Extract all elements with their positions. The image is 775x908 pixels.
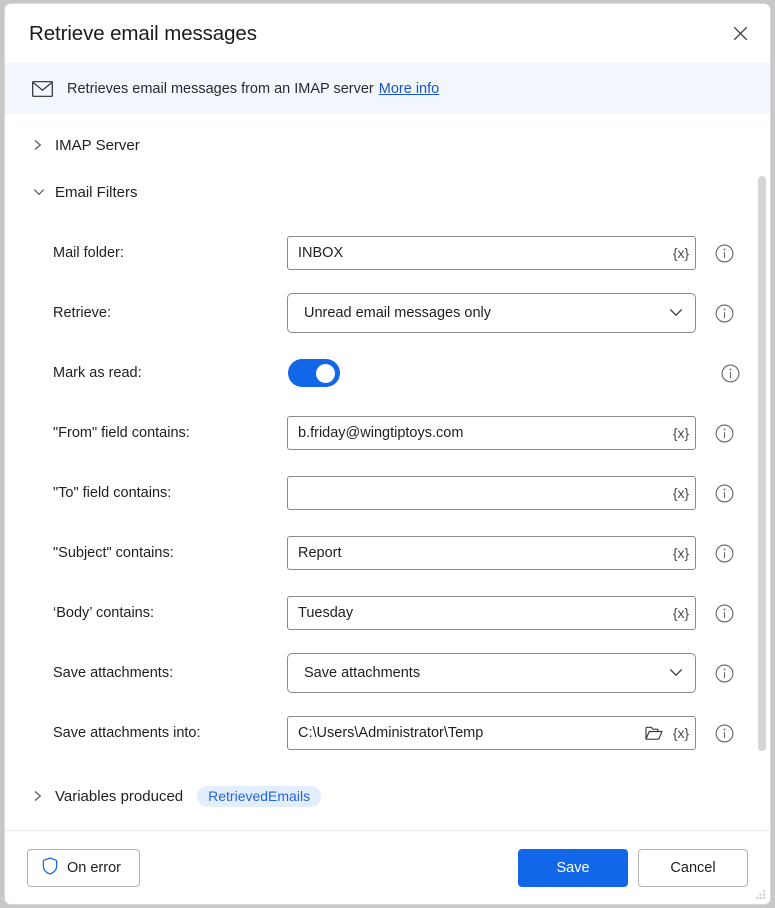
variable-picker-icon[interactable]: {x} (667, 417, 695, 449)
subject-contains-input[interactable] (298, 545, 667, 561)
envelope-icon (32, 81, 53, 97)
body-contains-input[interactable] (298, 605, 667, 621)
to-contains-field[interactable]: {x} (287, 476, 696, 510)
toggle-knob (316, 364, 335, 383)
dialog-body: IMAP Server Email Filters Mail folder: {… (5, 114, 770, 830)
save-attachments-dropdown[interactable]: Save attachments (287, 653, 696, 693)
retrieve-dropdown[interactable]: Unread email messages only (287, 293, 696, 333)
field-row-to-contains: "To" field contains: {x} (5, 463, 770, 523)
section-email-filters-label: Email Filters (55, 184, 138, 201)
info-icon[interactable] (715, 664, 734, 683)
label-save-attachments-into: Save attachments into: (53, 725, 287, 741)
info-icon[interactable] (715, 244, 734, 263)
save-attachments-into-input[interactable] (298, 725, 641, 741)
dialog-titlebar: Retrieve email messages (5, 4, 770, 63)
label-subject-contains: "Subject" contains: (53, 545, 287, 561)
close-button[interactable] (720, 16, 760, 52)
label-body-contains: ‘Body’ contains: (53, 605, 287, 621)
mail-folder-field[interactable]: {x} (287, 236, 696, 270)
info-icon[interactable] (715, 724, 734, 743)
info-icon[interactable] (715, 424, 734, 443)
from-contains-field[interactable]: {x} (287, 416, 696, 450)
chevron-down-icon (669, 304, 683, 322)
more-info-link[interactable]: More info (379, 81, 439, 97)
section-imap-server[interactable]: IMAP Server (5, 130, 770, 160)
chevron-down-icon (33, 187, 51, 197)
resize-grip-icon[interactable] (754, 889, 766, 901)
chevron-down-icon (669, 664, 683, 682)
label-mail-folder: Mail folder: (53, 245, 287, 261)
field-row-retrieve: Retrieve: Unread email messages only (5, 283, 770, 343)
variable-picker-icon[interactable]: {x} (667, 477, 695, 509)
save-button[interactable]: Save (518, 849, 628, 887)
dialog-footer: On error Save Cancel (5, 830, 770, 904)
variable-picker-icon[interactable]: {x} (667, 537, 695, 569)
variables-produced-section[interactable]: Variables produced RetrievedEmails (5, 781, 770, 811)
cancel-button[interactable]: Cancel (638, 849, 748, 887)
label-retrieve: Retrieve: (53, 305, 287, 321)
body-contains-field[interactable]: {x} (287, 596, 696, 630)
save-attachments-dropdown-value: Save attachments (304, 665, 669, 681)
field-row-save-attachments-into: Save attachments into: {x} (5, 703, 770, 763)
section-email-filters[interactable]: Email Filters (5, 177, 770, 207)
folder-open-icon[interactable] (641, 717, 667, 749)
label-to-contains: "To" field contains: (53, 485, 287, 501)
mark-as-read-toggle[interactable] (288, 359, 340, 387)
retrieve-email-messages-dialog: Retrieve email messages Retrieves email … (4, 3, 771, 905)
label-save-attachments: Save attachments: (53, 665, 287, 681)
field-row-save-attachments: Save attachments: Save attachments (5, 643, 770, 703)
info-icon[interactable] (721, 364, 740, 383)
mail-folder-input[interactable] (298, 245, 667, 261)
close-icon (733, 26, 748, 41)
variable-badge-retrievedemails[interactable]: RetrievedEmails (197, 786, 321, 807)
chevron-right-icon (33, 790, 51, 802)
field-row-subject-contains: "Subject" contains: {x} (5, 523, 770, 583)
field-row-mark-as-read: Mark as read: (5, 343, 770, 403)
from-contains-input[interactable] (298, 425, 667, 441)
body-scrollbar[interactable] (755, 114, 769, 830)
info-icon[interactable] (715, 304, 734, 323)
variables-produced-label: Variables produced (55, 788, 183, 805)
banner-text: Retrieves email messages from an IMAP se… (67, 81, 374, 97)
save-attachments-into-field[interactable]: {x} (287, 716, 696, 750)
field-row-mail-folder: Mail folder: {x} (5, 223, 770, 283)
chevron-right-icon (33, 139, 51, 151)
info-icon[interactable] (715, 484, 734, 503)
shield-icon (42, 857, 58, 879)
variable-picker-icon[interactable]: {x} (667, 717, 695, 749)
retrieve-dropdown-value: Unread email messages only (304, 305, 669, 321)
field-row-from-contains: "From" field contains: {x} (5, 403, 770, 463)
variable-picker-icon[interactable]: {x} (667, 237, 695, 269)
info-icon[interactable] (715, 544, 734, 563)
field-row-body-contains: ‘Body’ contains: {x} (5, 583, 770, 643)
on-error-button[interactable]: On error (27, 849, 140, 887)
label-mark-as-read: Mark as read: (53, 365, 287, 381)
on-error-label: On error (67, 860, 121, 876)
scrollbar-thumb[interactable] (758, 176, 766, 751)
label-from-contains: "From" field contains: (53, 425, 287, 441)
email-filters-form: Mail folder: {x} Retrieve: (5, 223, 770, 763)
to-contains-input[interactable] (298, 485, 667, 501)
subject-contains-field[interactable]: {x} (287, 536, 696, 570)
variable-picker-icon[interactable]: {x} (667, 597, 695, 629)
dialog-title: Retrieve email messages (29, 22, 720, 46)
section-imap-server-label: IMAP Server (55, 137, 140, 154)
info-icon[interactable] (715, 604, 734, 623)
description-banner: Retrieves email messages from an IMAP se… (5, 63, 770, 114)
